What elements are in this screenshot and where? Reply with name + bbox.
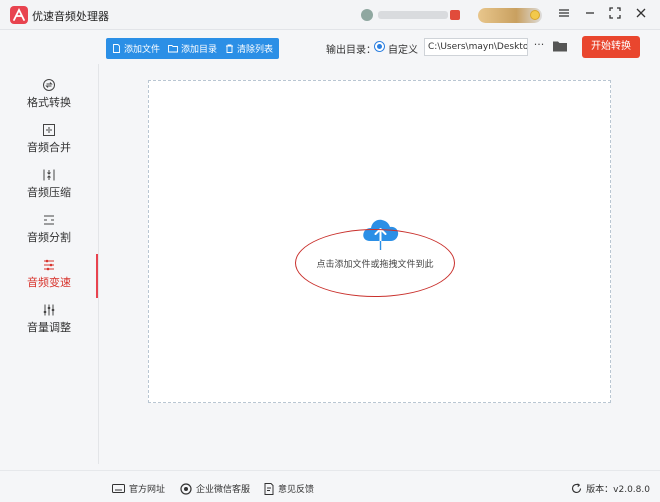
file-actions-group: 添加文件 添加目录 清除列表 <box>106 38 280 59</box>
vip-coin-icon <box>530 10 540 20</box>
official-website-link[interactable]: 官方网址 <box>112 482 165 495</box>
sidebar-item-merge[interactable]: 音频合并 <box>0 119 98 163</box>
custom-radio-label[interactable]: 自定义 <box>388 41 418 56</box>
hamburger-icon[interactable] <box>556 7 572 23</box>
wechat-icon <box>180 482 192 495</box>
output-dir-label: 输出目录： <box>326 45 376 56</box>
sidebar-item-volume[interactable]: 音量调整 <box>0 299 98 343</box>
feedback-link[interactable]: 意见反馈 <box>264 482 314 495</box>
speed-icon <box>44 259 54 271</box>
feedback-icon <box>264 482 274 495</box>
monitor-icon <box>112 483 125 493</box>
merge-icon <box>43 124 55 136</box>
minimize-icon[interactable] <box>582 7 598 23</box>
clear-list-button[interactable]: 清除列表 <box>225 42 273 55</box>
user-name-blurred[interactable] <box>378 11 448 19</box>
trash-icon <box>226 44 234 53</box>
fullscreen-icon[interactable] <box>607 7 623 23</box>
start-convert-button[interactable]: 开始转换 <box>582 36 640 58</box>
wechat-service-label: 企业微信客服 <box>196 485 251 495</box>
compress-icon <box>43 169 55 181</box>
volume-adjust-icon <box>43 304 55 316</box>
app-logo-icon <box>10 6 28 24</box>
open-folder-icon[interactable] <box>552 39 568 53</box>
add-folder-icon <box>168 45 178 53</box>
format-convert-icon <box>43 79 55 91</box>
add-folder-button[interactable]: 添加目录 <box>168 42 217 55</box>
clear-list-label: 清除列表 <box>237 45 274 55</box>
highlight-annotation-ellipse <box>295 229 455 297</box>
sidebar-item-label: 音频合并 <box>27 141 71 154</box>
title-bar: 优速音频处理器 <box>0 0 660 30</box>
footer-bar: 官方网址 企业微信客服 意见反馈 版本：v2.0.8.0 <box>0 470 660 502</box>
user-badge-blurred <box>450 10 460 20</box>
refresh-icon <box>572 483 582 494</box>
sidebar-item-label: 音频分割 <box>27 231 71 244</box>
official-website-label: 官方网址 <box>129 485 166 495</box>
custom-radio[interactable] <box>374 41 385 52</box>
add-file-icon <box>113 44 120 53</box>
sidebar-item-label: 音频压缩 <box>27 186 71 199</box>
sidebar-item-label: 音量调整 <box>27 321 71 334</box>
feedback-label: 意见反馈 <box>278 485 315 495</box>
app-title: 优速音频处理器 <box>32 10 109 23</box>
version-label: 版本：v2.0.8.0 <box>586 485 650 495</box>
sidebar-item-split[interactable]: 音频分割 <box>0 209 98 253</box>
user-avatar[interactable] <box>361 9 373 21</box>
wechat-service-link[interactable]: 企业微信客服 <box>180 482 250 495</box>
add-folder-label: 添加目录 <box>181 45 218 55</box>
add-file-label: 添加文件 <box>124 45 161 55</box>
version-info[interactable]: 版本：v2.0.8.0 <box>571 482 650 495</box>
add-file-button[interactable]: 添加文件 <box>112 42 160 55</box>
sidebar-item-label: 格式转换 <box>27 96 71 109</box>
close-icon[interactable] <box>633 7 649 23</box>
browse-more-button[interactable]: ··· <box>533 39 545 53</box>
sidebar-item-label: 音频变速 <box>27 276 71 289</box>
output-path-input[interactable]: C:\Users\mayn\Desktop <box>424 38 528 56</box>
sidebar-divider <box>98 64 99 464</box>
sidebar-item-speed[interactable]: 音频变速 <box>0 254 98 298</box>
split-icon <box>44 215 54 225</box>
sidebar: 格式转换 音频合并 音频压缩 音频分割 音频变速 音量调整 <box>0 64 98 464</box>
sidebar-item-format-convert[interactable]: 格式转换 <box>0 74 98 118</box>
sidebar-item-compress[interactable]: 音频压缩 <box>0 164 98 208</box>
